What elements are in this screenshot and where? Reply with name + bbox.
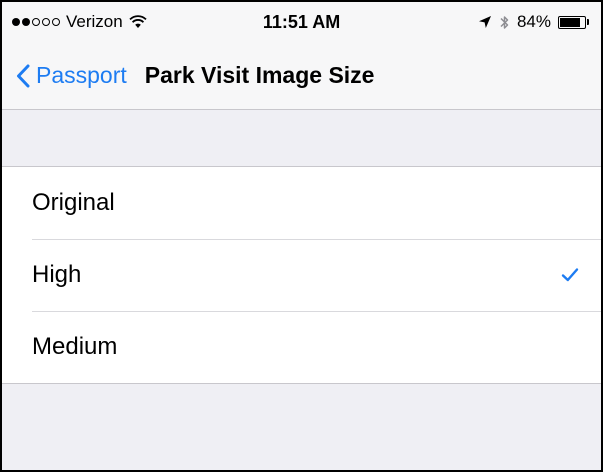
battery-fill — [560, 17, 581, 27]
battery-icon — [558, 15, 589, 29]
battery-tip — [587, 19, 589, 25]
signal-dot — [22, 18, 30, 26]
location-arrow-icon — [478, 16, 491, 28]
navigation-bar: Passport Park Visit Image Size — [2, 42, 601, 110]
signal-dot — [12, 18, 20, 26]
section-spacer — [2, 110, 601, 166]
image-size-options-list: Original High Medium — [2, 166, 601, 384]
status-left: Verizon — [12, 2, 147, 42]
status-bar: Verizon 11:51 AM 84% — [2, 2, 601, 42]
battery-body — [558, 15, 586, 29]
carrier-name: Verizon — [66, 12, 123, 31]
wifi-icon — [129, 15, 147, 28]
option-original[interactable]: Original — [2, 167, 601, 239]
checkmark-icon — [561, 268, 579, 282]
signal-dot — [42, 18, 50, 26]
chevron-left-icon — [17, 64, 30, 87]
option-label: Original — [32, 189, 115, 216]
back-button[interactable]: Passport — [16, 62, 127, 89]
bluetooth-icon — [500, 15, 509, 29]
status-right: 84% — [478, 2, 589, 42]
signal-strength-icon — [12, 18, 60, 26]
option-high[interactable]: High — [2, 239, 601, 311]
back-button-label: Passport — [36, 62, 127, 88]
option-label: Medium — [32, 333, 118, 360]
battery-percent: 84% — [516, 12, 551, 31]
page-title: Park Visit Image Size — [144, 62, 375, 88]
phone-screen: Verizon 11:51 AM 84% Passport Park Visit… — [0, 0, 603, 472]
option-label: High — [32, 261, 82, 288]
signal-dot — [52, 18, 60, 26]
option-medium[interactable]: Medium — [2, 311, 601, 383]
signal-dot — [32, 18, 40, 26]
